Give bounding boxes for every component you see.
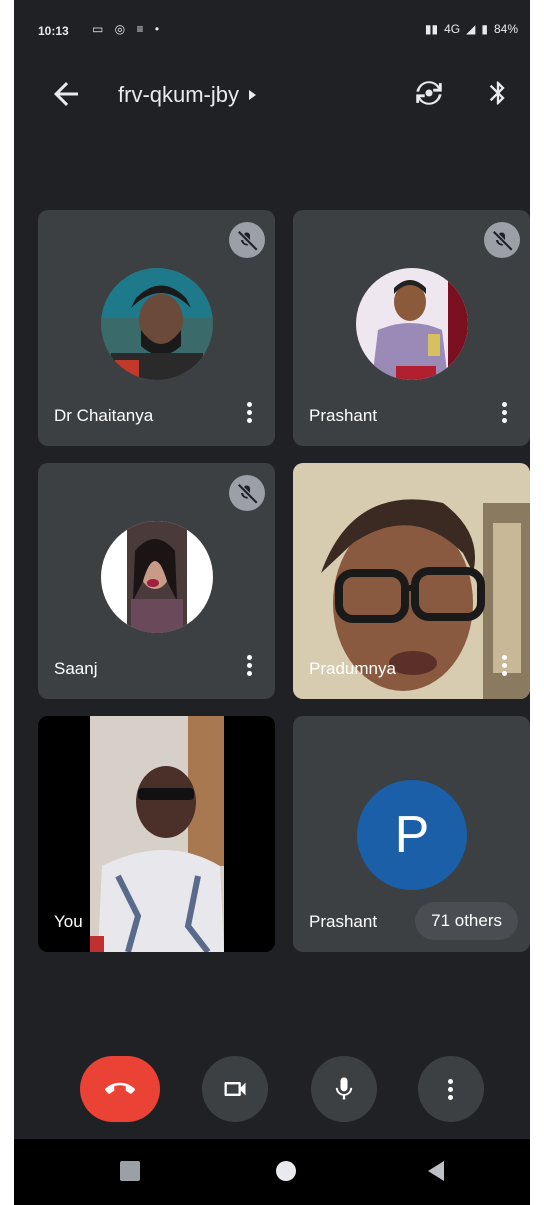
home-icon[interactable] <box>276 1161 296 1181</box>
battery-label: 84% <box>493 22 518 36</box>
participant-tile[interactable]: Saanj <box>38 463 275 699</box>
phone-hangup-icon <box>105 1082 135 1094</box>
participant-name: Prashant <box>309 406 378 425</box>
self-video-tile[interactable]: You <box>38 716 275 952</box>
microphone-icon <box>335 1077 353 1100</box>
participant-name: Dr Chaitanya <box>54 406 154 425</box>
arrow-left-icon[interactable] <box>48 76 84 112</box>
notification-icons: ▭ ◎ ≡ • <box>92 22 164 36</box>
back-triangle-icon[interactable] <box>428 1161 444 1181</box>
switch-camera-icon[interactable] <box>412 76 446 110</box>
mic-off-icon <box>229 222 265 258</box>
participant-group-tile[interactable]: P Prashant 71 others <box>293 716 530 952</box>
participant-name: Pradumnya <box>309 659 396 678</box>
call-controls <box>14 1056 530 1136</box>
meeting-code: frv-qkum-jby <box>118 82 240 107</box>
others-count-badge[interactable]: 71 others <box>415 902 518 940</box>
letter-avatar: P <box>357 780 467 890</box>
bluetooth-icon[interactable] <box>484 76 512 110</box>
meet-call-screen: 10:13 ▭ ◎ ≡ • ▮▮ 4G ◢ ▮ 84% frv-qkum-jby <box>14 0 530 1205</box>
mic-off-icon <box>484 222 520 258</box>
more-options-button[interactable] <box>418 1056 484 1122</box>
battery-icon: ▮ <box>481 22 488 36</box>
participant-name: You <box>54 912 83 931</box>
participant-name: Prashant <box>309 912 378 931</box>
participant-avatar <box>356 268 468 380</box>
participant-video-tile[interactable]: Pradumnya <box>293 463 530 699</box>
mic-off-icon <box>229 475 265 511</box>
more-vert-icon[interactable] <box>245 655 253 681</box>
participant-avatar <box>101 268 213 380</box>
network-label: 4G <box>444 22 461 36</box>
camera-toggle-button[interactable] <box>202 1056 268 1122</box>
cell-signal-icon: ◢ <box>466 22 476 36</box>
status-bar: 10:13 ▭ ◎ ≡ • ▮▮ 4G ◢ ▮ 84% <box>14 0 530 44</box>
video-camera-icon <box>224 1082 246 1096</box>
more-vert-icon[interactable] <box>500 655 508 681</box>
mic-toggle-button[interactable] <box>311 1056 377 1122</box>
system-navigation-bar <box>14 1139 530 1205</box>
more-vert-icon[interactable] <box>500 402 508 428</box>
end-call-button[interactable] <box>80 1056 160 1122</box>
more-vert-icon <box>448 1078 454 1100</box>
participant-tile[interactable]: Prashant <box>293 210 530 446</box>
status-time: 10:13 <box>38 24 69 38</box>
participant-name: Saanj <box>54 659 98 678</box>
participant-avatar <box>101 521 213 633</box>
meeting-code-button[interactable]: frv-qkum-jby <box>118 82 257 108</box>
meeting-top-bar: frv-qkum-jby <box>14 68 530 124</box>
recents-icon[interactable] <box>120 1161 140 1181</box>
signal-icon: ▮▮ <box>424 22 439 36</box>
status-right: ▮▮ 4G ◢ ▮ 84% <box>425 22 518 36</box>
more-vert-icon[interactable] <box>245 402 253 428</box>
participant-tile[interactable]: Dr Chaitanya <box>38 210 275 446</box>
caret-right-icon <box>249 90 257 100</box>
